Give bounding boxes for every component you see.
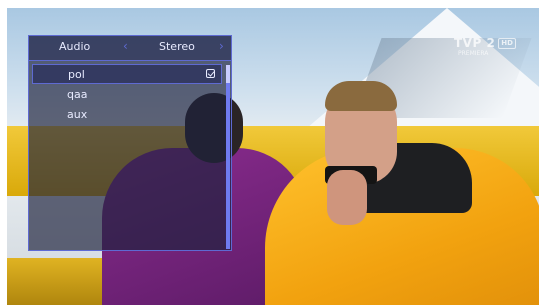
audio-track-label: pol bbox=[68, 67, 85, 81]
scrollbar-thumb[interactable] bbox=[226, 65, 230, 249]
chevron-left-icon[interactable]: ‹ bbox=[123, 39, 128, 53]
audio-track-list: pol qaa aux bbox=[32, 64, 222, 124]
man-hand bbox=[327, 170, 367, 225]
audio-panel: Audio ‹ Stereo › pol qaa aux bbox=[28, 35, 232, 251]
audio-track-item[interactable]: aux bbox=[32, 104, 222, 124]
scrollbar-top-cap bbox=[226, 65, 230, 83]
man-hair bbox=[325, 81, 397, 111]
audio-mode-value[interactable]: Stereo bbox=[159, 40, 195, 53]
audio-track-item[interactable]: pol bbox=[32, 64, 222, 84]
audio-track-label: aux bbox=[67, 107, 88, 121]
channel-logo-name: TVP 2 bbox=[454, 36, 496, 50]
hd-badge: HD bbox=[498, 37, 516, 49]
channel-logo-subtitle: PREMIERA bbox=[458, 50, 489, 57]
audio-list-scrollbar[interactable] bbox=[226, 65, 230, 249]
checkbox-checked-icon bbox=[206, 69, 215, 78]
audio-track-item[interactable]: qaa bbox=[32, 84, 222, 104]
audio-panel-title: Audio bbox=[59, 40, 91, 53]
audio-track-label: qaa bbox=[67, 87, 88, 101]
chevron-right-icon[interactable]: › bbox=[219, 39, 224, 53]
audio-panel-header: Audio ‹ Stereo › bbox=[29, 36, 231, 61]
